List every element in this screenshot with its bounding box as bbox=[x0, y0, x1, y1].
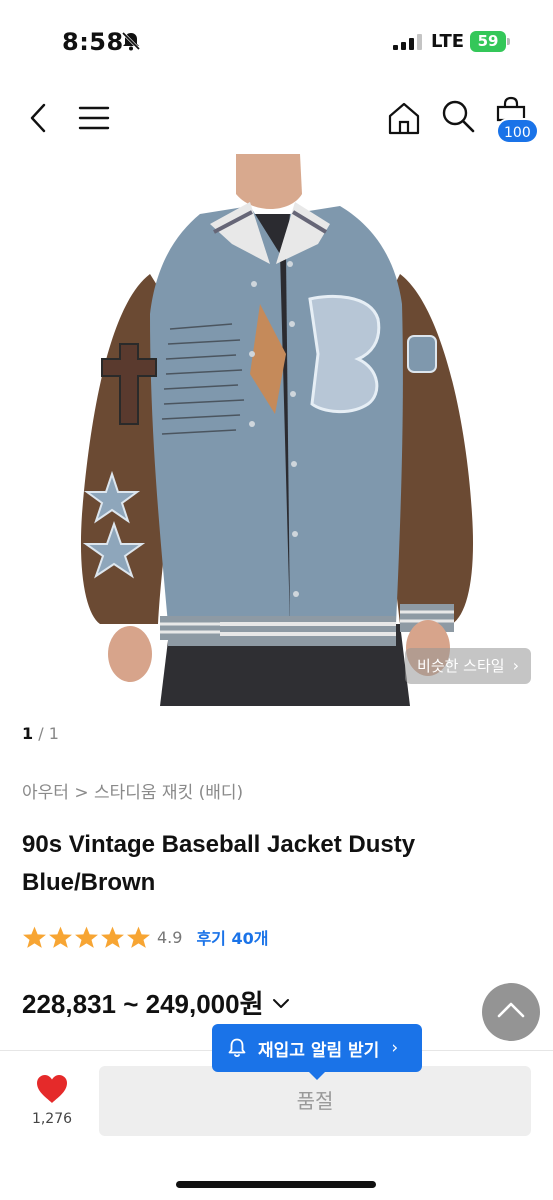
search-icon[interactable] bbox=[440, 98, 476, 134]
wishlist-button[interactable]: 1,276 bbox=[22, 1073, 82, 1127]
cart-count-badge[interactable]: 100 bbox=[496, 118, 539, 144]
menu-icon[interactable] bbox=[78, 104, 110, 132]
star-icon bbox=[127, 926, 150, 948]
top-nav: 100 bbox=[0, 84, 553, 154]
chevron-up-icon bbox=[497, 1002, 525, 1018]
battery-level: 59 bbox=[470, 31, 506, 52]
image-pager: 1 / 1 bbox=[22, 724, 59, 743]
similar-style-label: 비슷한 스타일 bbox=[417, 657, 505, 675]
chevron-right-icon: › bbox=[391, 1038, 399, 1058]
reviews-link[interactable]: 후기 40개 bbox=[196, 925, 268, 949]
heart-icon bbox=[37, 1075, 67, 1103]
star-icon bbox=[49, 926, 72, 948]
bell-muted-icon bbox=[121, 31, 141, 51]
bottom-action-bar: 1,276 품절 bbox=[0, 1051, 553, 1200]
price-row[interactable]: 228,831 ~ 249,000원 bbox=[22, 984, 290, 1021]
network-type: LTE bbox=[431, 31, 465, 52]
product-image-carousel[interactable]: 비슷한 스타일 › bbox=[0, 154, 553, 706]
home-icon[interactable] bbox=[386, 100, 422, 136]
pager-separator: / bbox=[33, 724, 49, 743]
back-icon[interactable] bbox=[26, 102, 52, 134]
rating-stars bbox=[22, 925, 151, 950]
chevron-down-icon[interactable] bbox=[272, 994, 290, 1012]
bell-icon bbox=[228, 1038, 246, 1058]
product-image bbox=[80, 154, 474, 706]
rating-row[interactable]: 4.9 후기 40개 bbox=[22, 922, 268, 952]
status-time: 8:58 bbox=[62, 28, 124, 56]
star-icon bbox=[75, 926, 98, 948]
restock-alert-button[interactable]: 재입고 알림 받기 › bbox=[212, 1024, 422, 1080]
pager-current: 1 bbox=[22, 724, 34, 743]
product-title: 90s Vintage Baseball Jacket Dusty Blue/B… bbox=[22, 831, 416, 896]
signal-icon bbox=[393, 34, 422, 50]
breadcrumb[interactable]: 아우터 > 스타디움 재킷 (배디) bbox=[22, 778, 243, 803]
battery-icon: 59 bbox=[470, 31, 510, 53]
star-icon bbox=[101, 926, 124, 948]
home-indicator bbox=[176, 1181, 376, 1188]
pager-total: 1 bbox=[48, 724, 59, 743]
star-icon bbox=[23, 926, 46, 948]
status-bar: 8:58 LTE 59 bbox=[0, 0, 553, 80]
similar-style-button[interactable]: 비슷한 스타일 › bbox=[405, 648, 531, 684]
scroll-to-top-button[interactable] bbox=[482, 983, 540, 1041]
restock-alert-label: 재입고 알림 받기 bbox=[258, 1040, 380, 1061]
chevron-right-icon: › bbox=[512, 656, 519, 675]
wishlist-count: 1,276 bbox=[31, 1111, 73, 1127]
rating-score: 4.9 bbox=[157, 927, 183, 947]
price-range: 228,831 ~ 249,000원 bbox=[22, 989, 264, 1019]
